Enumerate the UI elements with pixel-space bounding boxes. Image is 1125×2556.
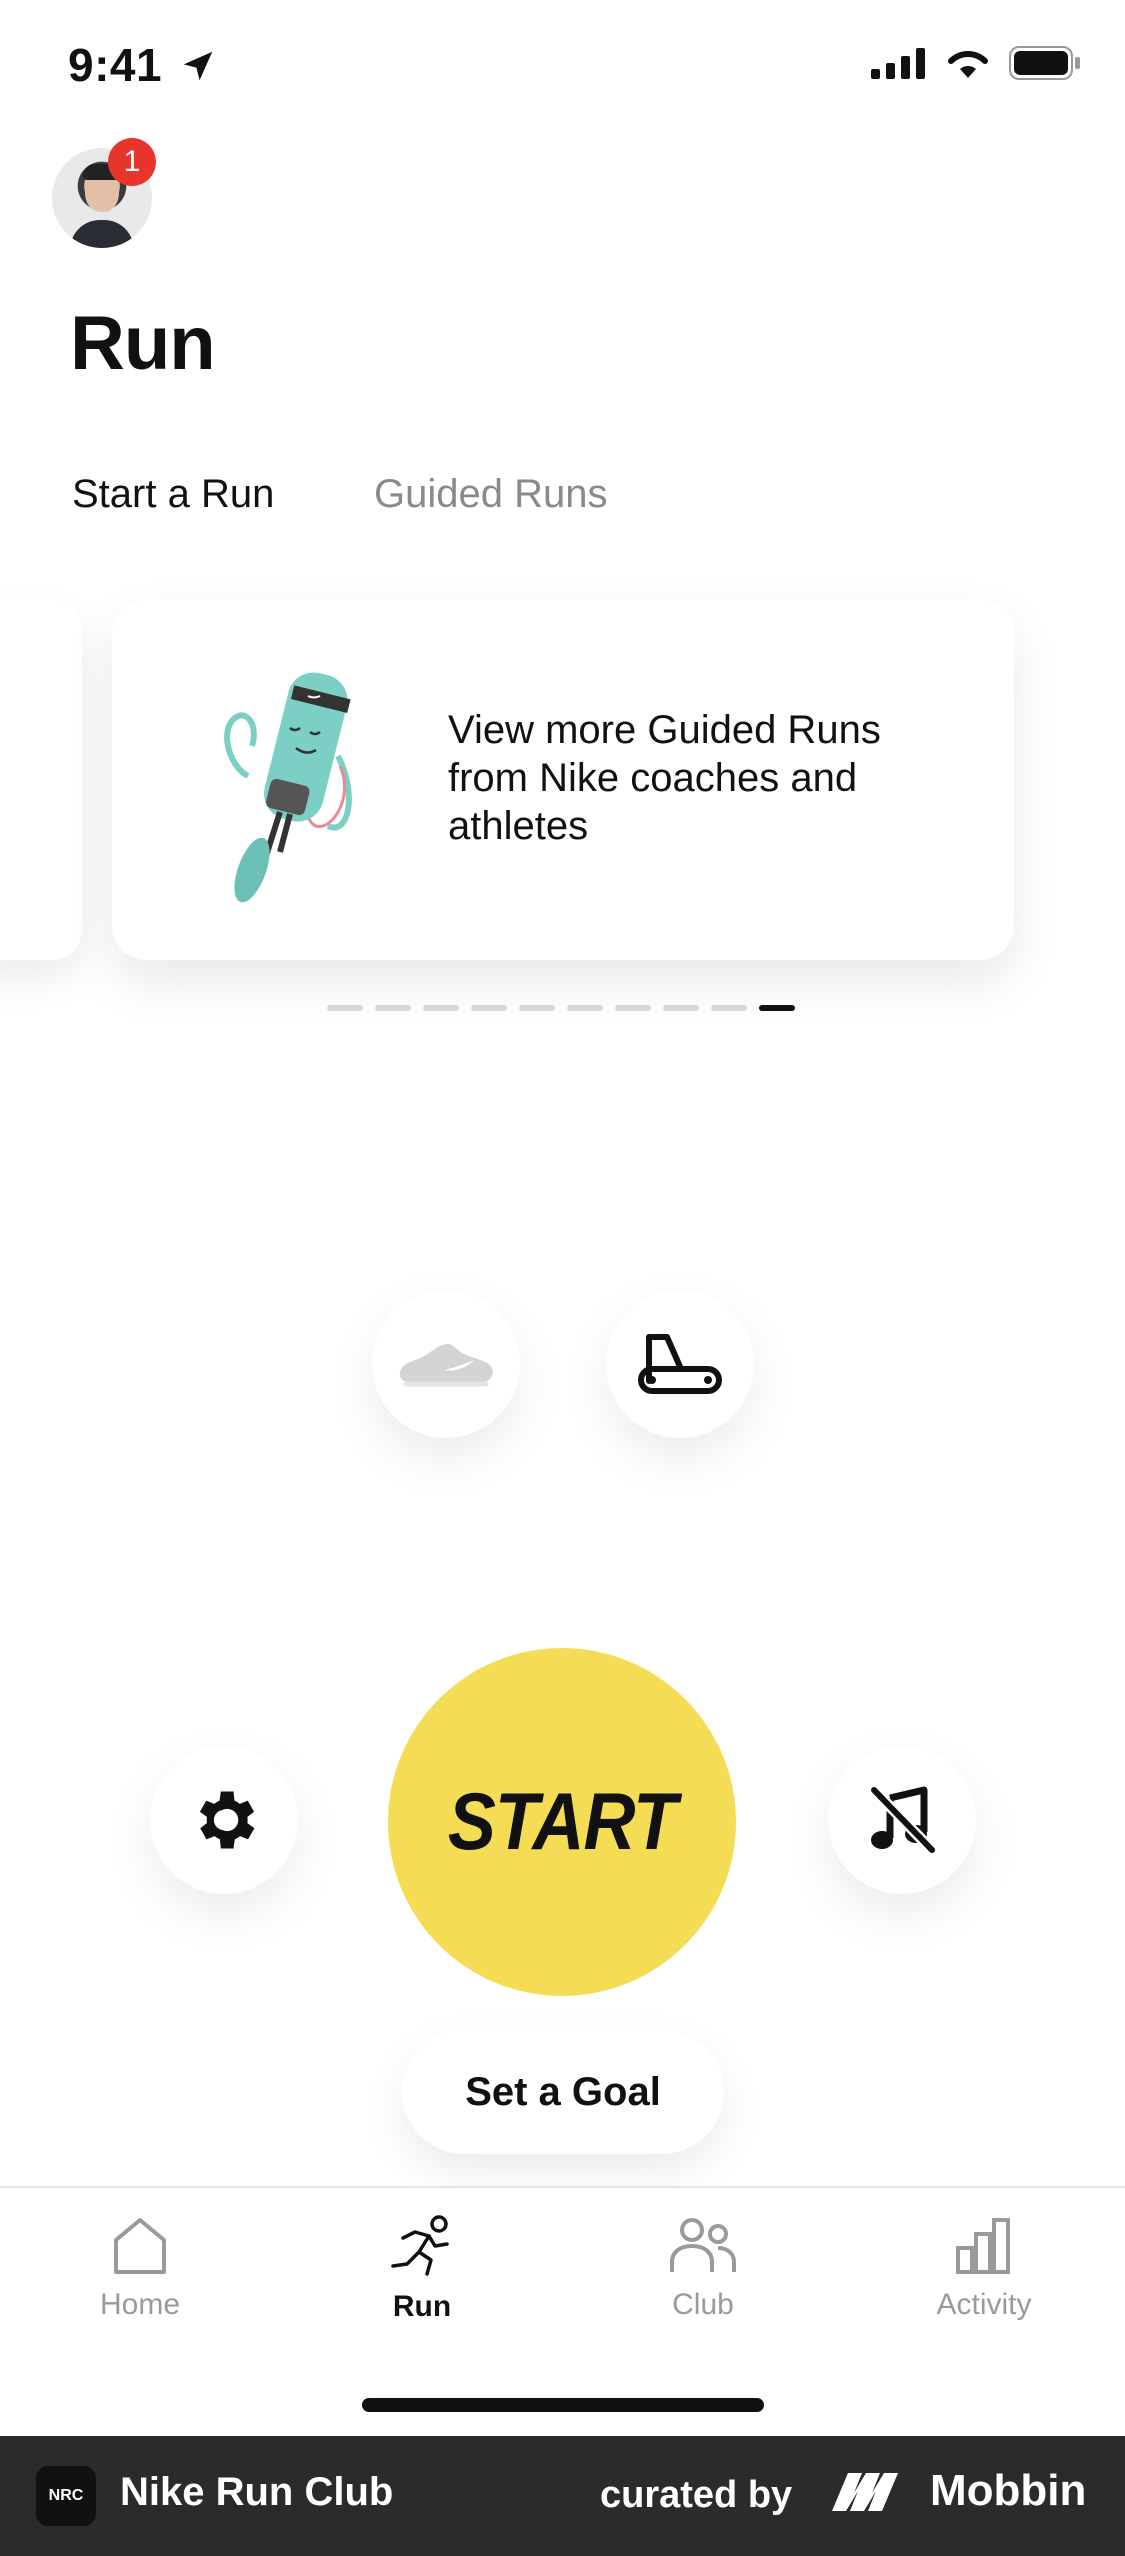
nav-club-label: Club bbox=[672, 2288, 734, 2321]
nav-run-label: Run bbox=[392, 2290, 452, 2323]
pagination-dots bbox=[327, 1005, 795, 1011]
pagination-dot bbox=[375, 1005, 411, 1011]
pagination-dot bbox=[471, 1005, 507, 1011]
people-icon bbox=[670, 2218, 736, 2272]
pagination-dot bbox=[759, 1005, 795, 1011]
pagination-dot bbox=[615, 1005, 651, 1011]
set-goal-button[interactable]: Set a Goal bbox=[402, 2030, 724, 2154]
nav-run[interactable]: Run bbox=[322, 2214, 522, 2324]
shoe-icon bbox=[399, 1344, 493, 1387]
wifi-icon bbox=[948, 50, 988, 78]
previous-card[interactable] bbox=[0, 600, 82, 960]
notification-badge: 1 bbox=[108, 138, 156, 186]
status-icons bbox=[871, 46, 1081, 80]
mobbin-logo-icon bbox=[832, 2473, 898, 2511]
treadmill-icon bbox=[638, 1334, 722, 1394]
music-off-icon bbox=[870, 1786, 936, 1854]
home-indicator bbox=[362, 2398, 764, 2412]
runner-icon bbox=[391, 2215, 449, 2276]
pagination-dot bbox=[663, 1005, 699, 1011]
bar-chart-icon bbox=[956, 2218, 1010, 2274]
pagination-dot bbox=[519, 1005, 555, 1011]
guided-runs-card[interactable]: View more Guided Runs from Nike coaches … bbox=[112, 600, 1014, 960]
nav-club[interactable]: Club bbox=[603, 2214, 803, 2322]
battery-icon bbox=[1009, 46, 1080, 80]
mobbin-brand-name: Mobbin bbox=[930, 2466, 1087, 2515]
nav-activity-label: Activity bbox=[936, 2288, 1032, 2321]
gear-icon bbox=[199, 1791, 255, 1849]
shoe-button[interactable] bbox=[372, 1290, 520, 1438]
settings-button[interactable] bbox=[150, 1746, 298, 1894]
tab-start-a-run[interactable]: Start a Run bbox=[72, 472, 274, 517]
start-button[interactable]: START bbox=[388, 1648, 736, 1996]
pagination-dot bbox=[711, 1005, 747, 1011]
avatar-body bbox=[70, 220, 134, 248]
pagination-dot bbox=[567, 1005, 603, 1011]
nav-activity[interactable]: Activity bbox=[884, 2214, 1084, 2322]
music-button[interactable] bbox=[828, 1746, 976, 1894]
nav-home[interactable]: Home bbox=[40, 2214, 240, 2322]
page-title: Run bbox=[70, 301, 216, 386]
home-icon bbox=[114, 2218, 166, 2274]
location-arrow-icon bbox=[184, 51, 213, 81]
footer-curated-by: curated by bbox=[600, 2474, 793, 2516]
nav-home-label: Home bbox=[99, 2288, 181, 2321]
pagination-dot bbox=[423, 1005, 459, 1011]
status-time-text: 9:41 bbox=[68, 39, 163, 91]
footer-app-name: Nike Run Club bbox=[120, 2470, 394, 2514]
start-label: START bbox=[447, 1777, 677, 1867]
tab-guided-runs[interactable]: Guided Runs bbox=[374, 472, 607, 517]
pagination-dot bbox=[327, 1005, 363, 1011]
treadmill-button[interactable] bbox=[606, 1290, 754, 1438]
cellular-signal-icon bbox=[871, 48, 925, 79]
guided-runs-card-text: View more Guided Runs from Nike coaches … bbox=[448, 708, 881, 848]
guided-run-mascot-icon bbox=[224, 672, 352, 903]
nrc-app-icon-text: NRC bbox=[48, 2487, 84, 2504]
mobbin-brand: Mobbin bbox=[830, 2466, 1086, 2516]
footer-banner: NRC Nike Run Club curated by Mobbin bbox=[0, 2436, 1125, 2556]
status-time: 9:41 bbox=[68, 38, 217, 92]
nrc-app-icon: NRC bbox=[36, 2466, 96, 2526]
